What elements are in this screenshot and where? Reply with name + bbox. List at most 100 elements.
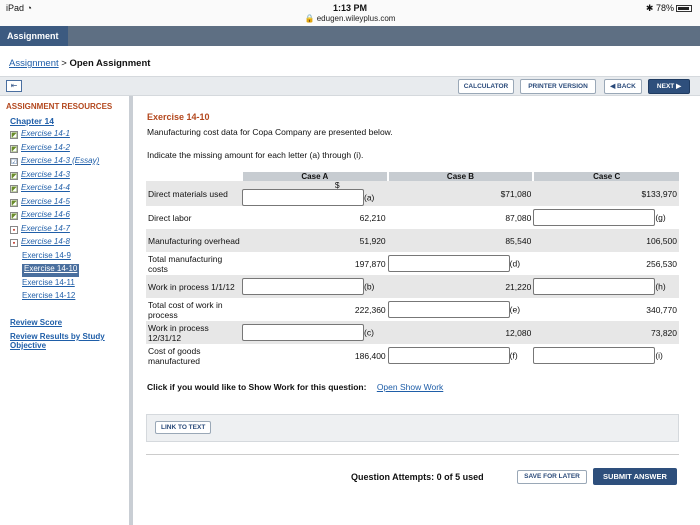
- lock-icon: 🔒: [304, 14, 315, 23]
- breadcrumb-separator: >: [61, 58, 67, 69]
- partial-credit-icon: ◩: [10, 144, 18, 153]
- answer-letter: (c): [364, 327, 374, 338]
- row-label: Total cost of work in process: [148, 299, 223, 320]
- cell-value: 12,080: [387, 321, 534, 344]
- sidebar-item-exercise[interactable]: Exercise 14-9: [22, 251, 71, 264]
- assignment-resources-sidebar: ASSIGNMENT RESOURCES Chapter 14 ◩ Exercis…: [0, 96, 128, 525]
- cell-value: 73,820: [533, 321, 679, 344]
- exercise-instruction: Indicate the missing amount for each let…: [147, 150, 364, 160]
- cell-value: 87,080: [505, 212, 532, 223]
- partial-credit-icon: ◩: [10, 171, 18, 180]
- col-case-c: Case C: [532, 172, 679, 181]
- table-row: Total manufacturing costs 197,870 (d) 256,5…: [146, 252, 679, 275]
- table-row: Direct labor 62,210 87,080 (g): [146, 206, 679, 229]
- sidebar-item-label: Exercise 14-4: [21, 183, 70, 192]
- answer-input[interactable]: [387, 347, 510, 364]
- table-row: Direct materials used $ (a) $71,080 $133,970: [146, 181, 679, 206]
- footer-bar: Question Attempts: 0 of 5 used SAVE FOR …: [140, 462, 685, 488]
- sidebar-item-label: Exercise 14-6: [21, 210, 70, 219]
- sidebar-item-label: Exercise 14-9: [22, 250, 71, 260]
- row-label: Cost of goods manufactured: [148, 345, 201, 366]
- review-results-link[interactable]: Review Results by Study Objective: [10, 332, 105, 350]
- partial-credit-icon: ◩: [10, 212, 18, 220]
- incorrect-icon: ▪: [10, 225, 18, 234]
- link-to-text-panel: LINK TO TEXT: [146, 414, 679, 442]
- table-row: Manufacturing overhead 51,920 85,540 106,50…: [146, 229, 679, 252]
- table-row: Work in process 1/1/12 (b) 21,220 (h): [146, 275, 679, 298]
- address-bar[interactable]: 🔒 edugen.wileyplus.com: [0, 14, 700, 23]
- sidebar-item-exercise[interactable]: ◩ Exercise 14-5: [10, 197, 70, 210]
- row-label: Work in process 1/1/12: [146, 275, 242, 298]
- sidebar-item-label: Exercise 14-5: [21, 196, 70, 206]
- sidebar-item-exercise[interactable]: ◩ Exercise 14-4: [10, 183, 70, 196]
- review-score-link[interactable]: Review Score: [10, 318, 62, 327]
- sidebar-item-exercise[interactable]: Exercise 14-10: [22, 264, 80, 277]
- row-label: Work in process 12/31/12: [146, 321, 242, 344]
- sidebar-item-exercise[interactable]: ◩ Exercise 14-3: [10, 170, 70, 183]
- answer-letter: (b): [364, 281, 375, 292]
- partial-credit-icon: ◩: [10, 131, 18, 139]
- sidebar-item-exercise[interactable]: ▪ Exercise 14-7: [10, 224, 70, 237]
- sidebar-item-exercise[interactable]: ▪ Exercise 14-8: [10, 237, 70, 250]
- table-row: Work in process 12/31/12 (c) 12,080 73,820: [146, 321, 679, 344]
- sidebar-item-exercise[interactable]: ☑ Exercise 14-3 (Essay): [10, 156, 99, 169]
- next-button[interactable]: NEXT ▶: [648, 79, 690, 94]
- battery-icon: [676, 5, 692, 13]
- answer-input[interactable]: [533, 347, 656, 364]
- partial-credit-icon: ◩: [10, 185, 18, 193]
- submit-answer-button[interactable]: SUBMIT ANSWER: [593, 468, 677, 485]
- answer-input[interactable]: [242, 324, 364, 341]
- sidebar-item-exercise[interactable]: ◩ Exercise 14-2: [10, 143, 70, 156]
- cell-value: 186,400: [354, 350, 386, 361]
- sidebar-item-exercise[interactable]: ◩ Exercise 14-6: [10, 210, 70, 223]
- answer-input[interactable]: [387, 255, 510, 272]
- completed-icon: ☑: [10, 158, 18, 166]
- calculator-button[interactable]: CALCULATOR: [458, 79, 514, 94]
- cost-table: Case A Case B Case C Direct materials us…: [146, 172, 679, 367]
- answer-letter: (f): [509, 350, 518, 361]
- answer-input[interactable]: [533, 209, 656, 226]
- sidebar-item-exercise[interactable]: Exercise 14-12: [22, 291, 75, 304]
- sidebar-item-exercise[interactable]: ◩ Exercise 14-1: [10, 129, 70, 142]
- chapter-link[interactable]: Chapter 14: [10, 116, 54, 126]
- row-label: Total manufacturing costs: [148, 253, 223, 274]
- breadcrumb-current: Open Assignment: [69, 58, 151, 69]
- back-button[interactable]: ◀ BACK: [604, 79, 642, 94]
- answer-letter: (h): [655, 281, 666, 292]
- answer-input[interactable]: [242, 189, 364, 206]
- toggle-sidebar-icon[interactable]: ⇤: [6, 80, 22, 92]
- answer-input[interactable]: [533, 278, 656, 295]
- answer-letter: (a): [364, 192, 375, 203]
- answer-letter: (d): [509, 258, 521, 269]
- sidebar-item-label: Exercise 14-7: [21, 223, 70, 233]
- open-show-work-link[interactable]: Open Show Work: [377, 382, 443, 392]
- cell-value: $71,080: [387, 181, 534, 206]
- sidebar-divider: [129, 96, 133, 525]
- printer-version-button[interactable]: PRINTER VERSION: [520, 79, 596, 94]
- cell-value: 85,540: [387, 229, 534, 252]
- sidebar-item-exercise[interactable]: Exercise 14-11: [22, 278, 75, 291]
- breadcrumb-assignment-link[interactable]: Assignment: [9, 58, 59, 69]
- sidebar-item-label: Exercise 14-11: [22, 277, 75, 287]
- col-case-a: Case A: [241, 172, 388, 181]
- dollar-sign: $: [334, 180, 340, 190]
- answer-input[interactable]: [242, 278, 364, 295]
- cell-value: 21,220: [387, 275, 534, 298]
- save-for-later-button[interactable]: SAVE FOR LATER: [517, 470, 587, 484]
- row-label: Manufacturing overhead: [146, 229, 242, 252]
- cell-value: 62,210: [359, 212, 386, 223]
- answer-input[interactable]: [387, 301, 510, 318]
- sidebar-item-label: Exercise 14-3: [21, 169, 70, 179]
- sidebar-item-label: Exercise 14-10: [24, 264, 78, 273]
- tab-assignment[interactable]: Assignment: [0, 26, 68, 46]
- show-work-prompt: Click if you would like to Show Work for…: [147, 382, 367, 392]
- battery-status: ✱ 78%: [646, 3, 692, 14]
- link-to-text-button[interactable]: LINK TO TEXT: [155, 421, 212, 434]
- divider: [146, 454, 679, 455]
- tab-bar: Assignment: [0, 26, 700, 46]
- table-row: Total cost of work in process 222,360 (e) 3…: [146, 298, 679, 321]
- cell-value: 256,530: [646, 258, 677, 269]
- exercise-intro: Manufacturing cost data for Copa Company…: [147, 127, 393, 137]
- sidebar-item-label: Exercise 14-3 (Essay): [21, 156, 100, 165]
- toolbar: ⇤ CALCULATOR PRINTER VERSION ◀ BACK NEXT…: [0, 76, 700, 96]
